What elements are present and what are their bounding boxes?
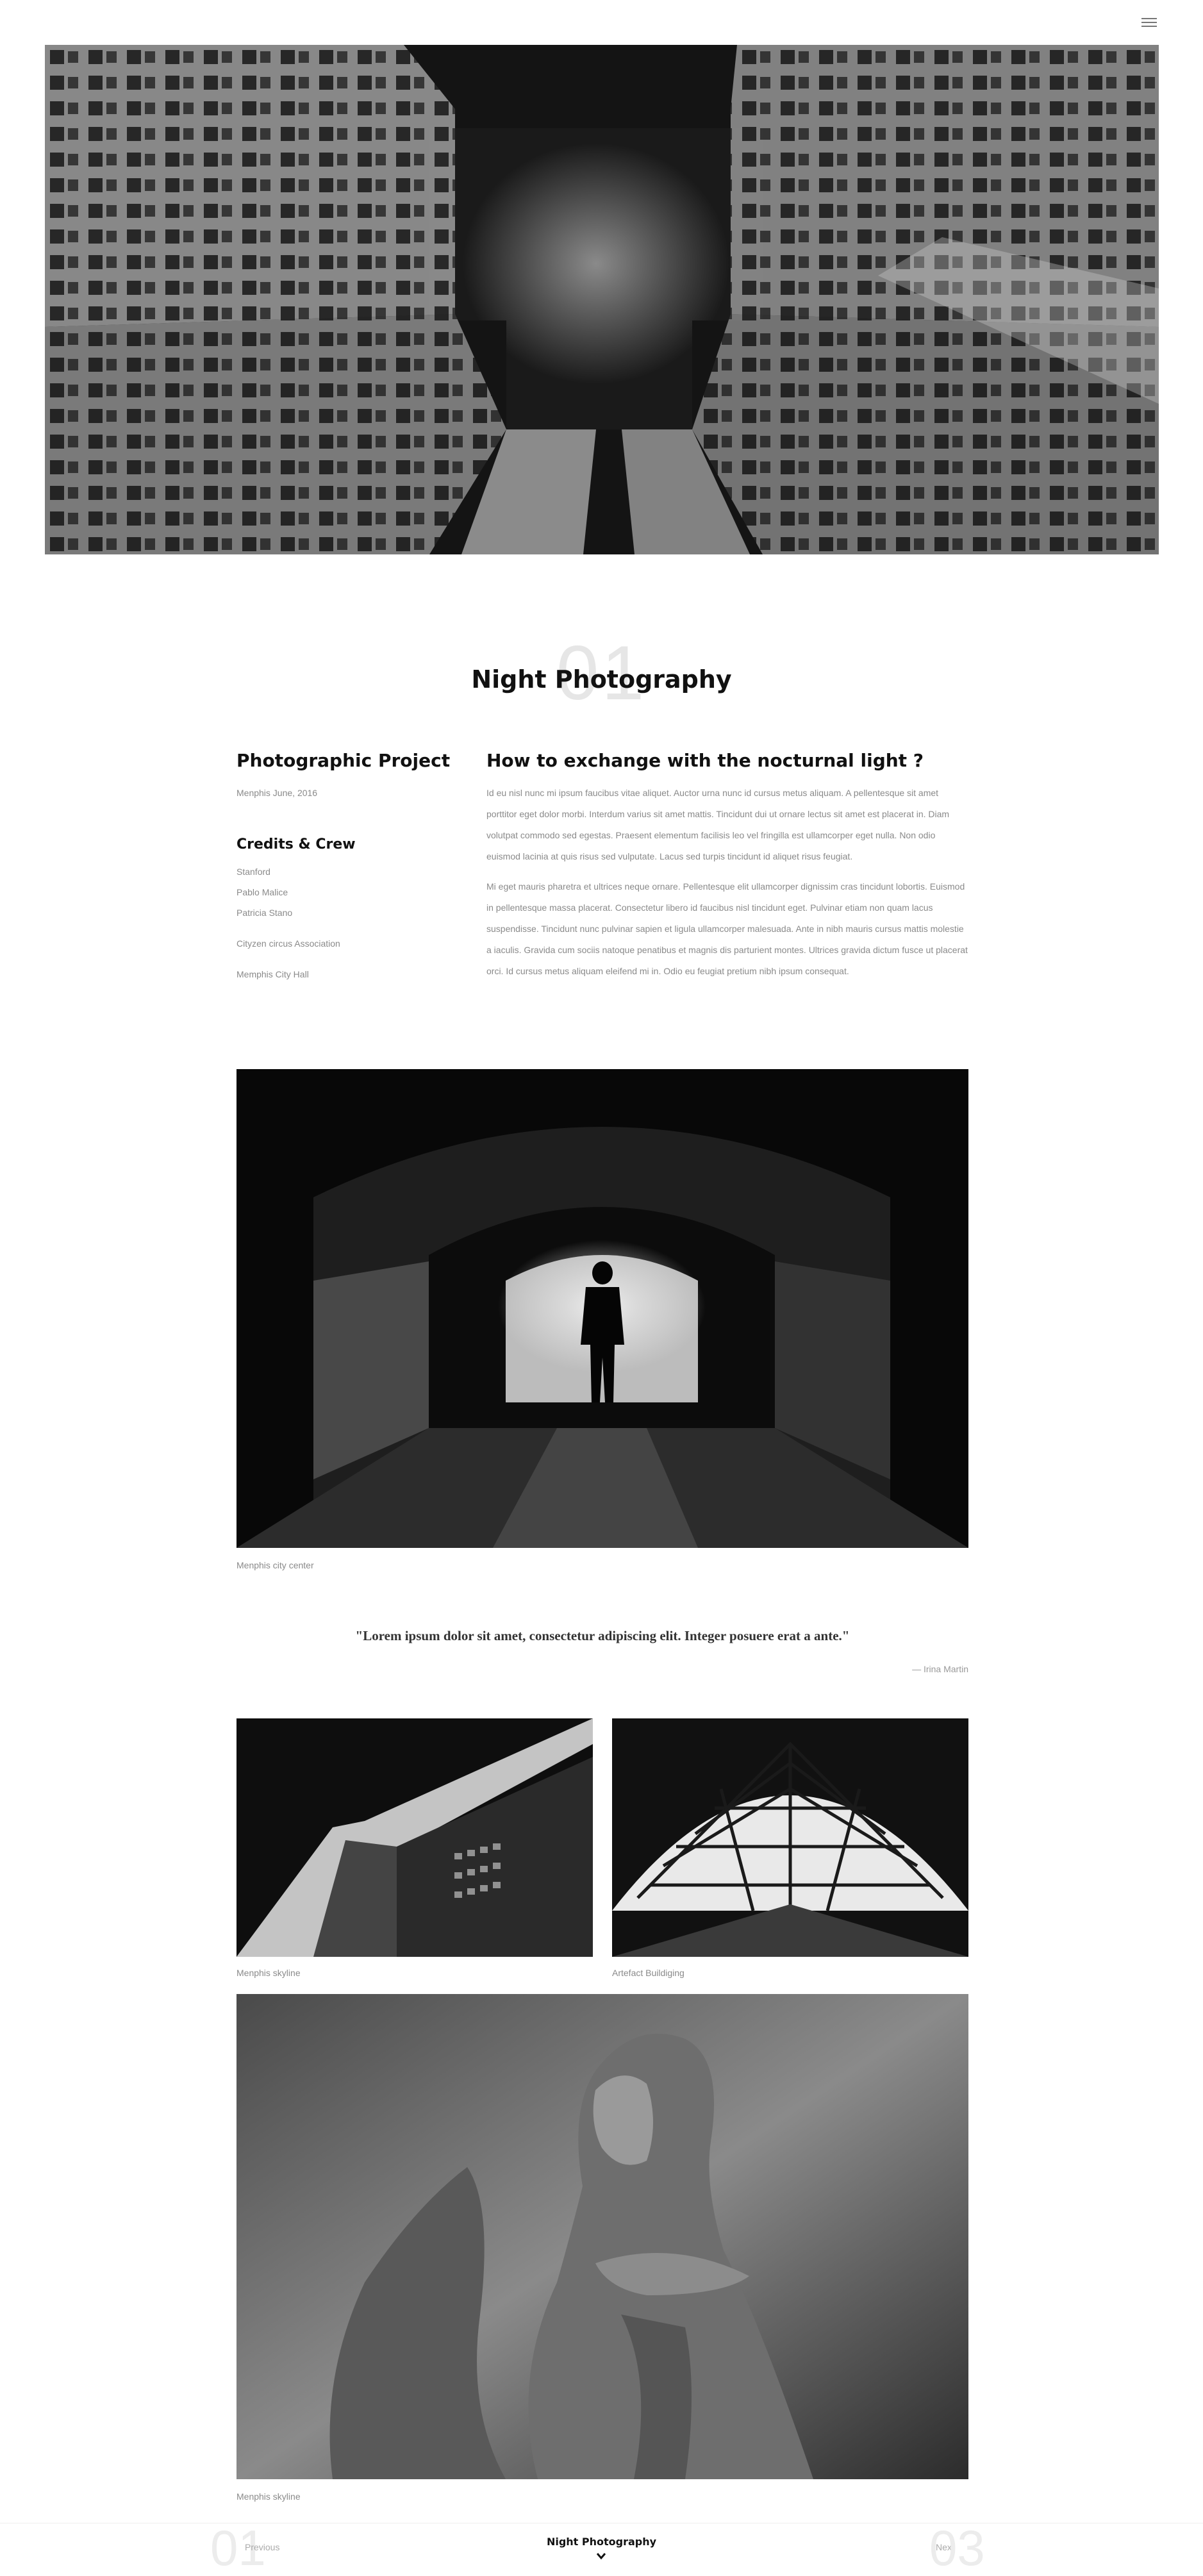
crew-member: Pablo Malice: [236, 887, 288, 897]
crew-member: Patricia Stano: [236, 908, 293, 918]
tunnel-photo: [236, 1069, 968, 1548]
hero-photo: [45, 45, 1159, 554]
chevron-down-icon[interactable]: [595, 2551, 608, 2561]
photo-caption: Menphis skyline: [236, 1968, 301, 1978]
artefact-building-photo: [612, 1718, 968, 1957]
skyline-photo: [236, 1718, 593, 1957]
article-heading: How to exchange with the nocturnal light…: [486, 750, 924, 771]
photo-caption: Menphis city center: [236, 1560, 314, 1570]
project-info: Photographic Project Menphis June, 2016 …: [236, 750, 467, 985]
footer-project-title[interactable]: Night Photography: [0, 2536, 1203, 2548]
quote-text: "Lorem ipsum dolor sit amet, consectetur…: [355, 1628, 850, 1643]
article-paragraph: Mi eget mauris pharetra et ultrices nequ…: [486, 881, 968, 976]
article-paragraph: Id eu nisl nunc mi ipsum faucibus vitae …: [486, 788, 950, 861]
crew-member: Stanford: [236, 867, 270, 877]
next-project-number: 03: [929, 2520, 985, 2576]
quote-author: — Irina Martin: [912, 1664, 968, 1674]
association-name: Cityzen circus Association: [236, 938, 340, 949]
location-name: Memphis City Hall: [236, 969, 309, 979]
project-heading: Photographic Project: [236, 750, 451, 771]
article: How to exchange with the nocturnal light…: [486, 750, 968, 982]
project-date: Menphis June, 2016: [236, 788, 318, 798]
page-title: Night Photography: [471, 665, 732, 694]
credits-heading: Credits & Crew: [236, 836, 356, 852]
hamburger-menu-icon[interactable]: [1141, 15, 1157, 29]
photo-caption: Menphis skyline: [236, 2491, 301, 2502]
angel-statue-photo: [236, 1994, 968, 2479]
photo-caption: Artefact Buildiging: [612, 1968, 684, 1978]
